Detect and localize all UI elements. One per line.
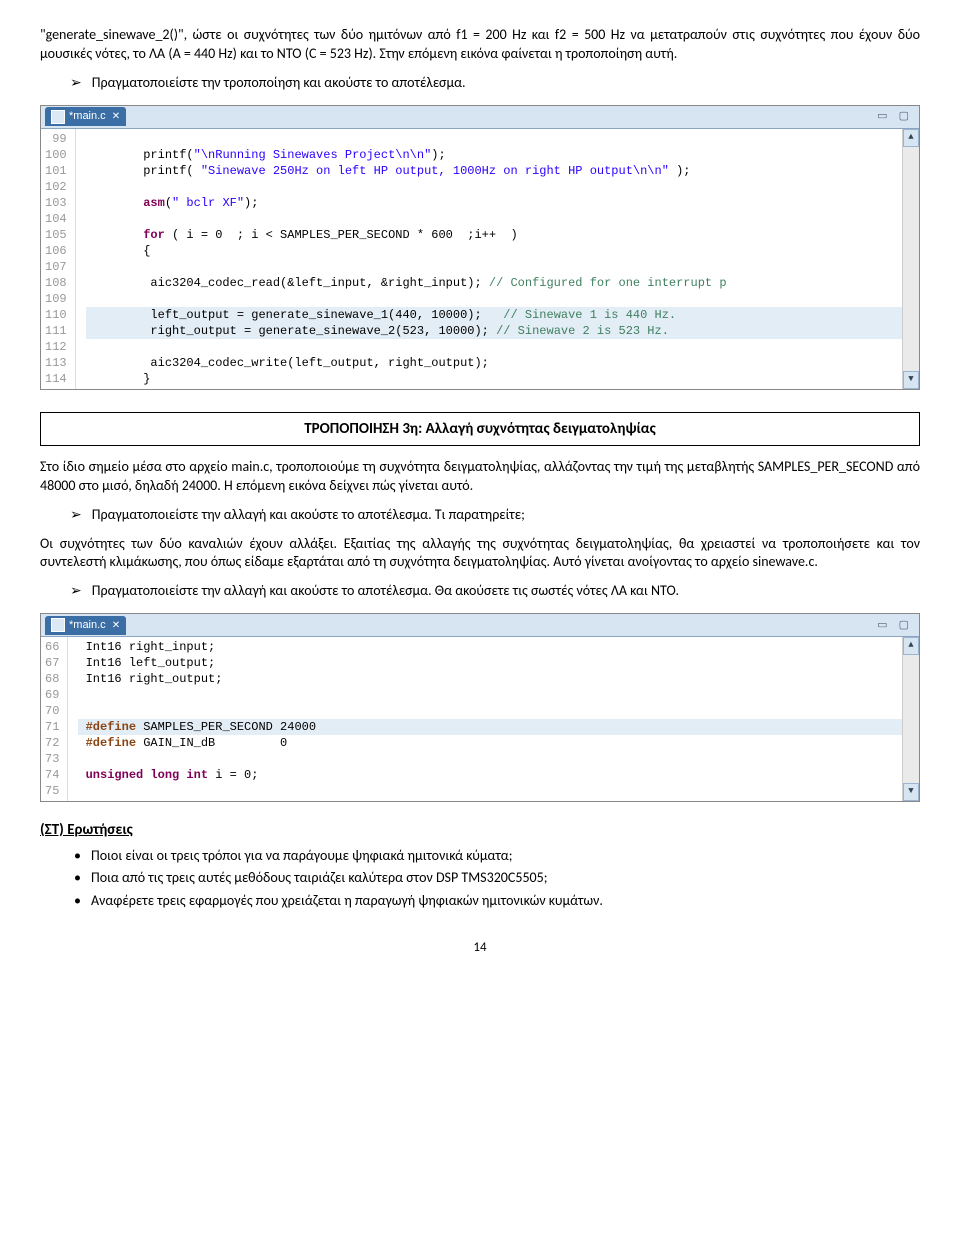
close-icon[interactable]: ✕ [112, 110, 120, 124]
code-lines-2: Int16 right_input; Int16 left_output; In… [68, 637, 902, 801]
section3-task1: Πραγματοποιείστε την αλλαγή και ακούστε … [70, 506, 920, 525]
code-lines: printf("\nRunning Sinewaves Project\n\n"… [76, 129, 902, 389]
line-gutter-2: 66 67 68 69 70 71 72 73 74 75 [41, 637, 68, 801]
question-2: Ποια από τις τρεις αυτές μεθόδους ταιριά… [74, 869, 920, 888]
c-file-icon [51, 618, 65, 632]
window-buttons[interactable]: ▭ ▢ [877, 618, 913, 633]
scroll-down-icon[interactable]: ▼ [903, 783, 919, 801]
section3-task2: Πραγματοποιείστε την αλλαγή και ακούστε … [70, 582, 920, 601]
question-3: Αναφέρετε τρεις εφαρμογές που χρειάζεται… [74, 892, 920, 911]
scroll-up-icon[interactable]: ▲ [903, 637, 919, 655]
questions-list: Ποιοι είναι οι τρεις τρόποι για να παράγ… [74, 847, 920, 912]
editor-tab-bar: *main.c ✕ ▭ ▢ [41, 106, 919, 129]
scrollbar-2[interactable]: ▲ ▼ [902, 637, 919, 801]
scrollbar[interactable]: ▲ ▼ [902, 129, 919, 389]
scroll-up-icon[interactable]: ▲ [903, 129, 919, 147]
section-3-title: ΤΡΟΠΟΠΟΙΗΣΗ 3η: Αλλαγή συχνότητας δειγμα… [53, 419, 907, 439]
window-buttons[interactable]: ▭ ▢ [877, 109, 913, 124]
page-number: 14 [40, 939, 920, 957]
editor-tab[interactable]: *main.c ✕ [45, 107, 126, 126]
code-body: 99 100 101 102 103 104 105 106 107 108 1… [41, 129, 919, 389]
tab-label: *main.c [69, 618, 106, 633]
code-editor-2: *main.c ✕ ▭ ▢ 66 67 68 69 70 71 72 73 74… [40, 613, 920, 802]
section3-p1: Στο ίδιο σημείο μέσα στο αρχείο main.c, … [40, 458, 920, 496]
scroll-down-icon[interactable]: ▼ [903, 371, 919, 389]
line-gutter: 99 100 101 102 103 104 105 106 107 108 1… [41, 129, 76, 389]
section3-p2: Οι συχνότητες των δύο καναλιών έχουν αλλ… [40, 535, 920, 573]
editor-tab-bar-2: *main.c ✕ ▭ ▢ [41, 614, 919, 637]
question-1: Ποιοι είναι οι τρεις τρόποι για να παράγ… [74, 847, 920, 866]
close-icon[interactable]: ✕ [112, 619, 120, 633]
code-editor-1: *main.c ✕ ▭ ▢ 99 100 101 102 103 104 105… [40, 105, 920, 390]
intro-task-1: Πραγματοποιείστε την τροποποίηση και ακο… [70, 74, 920, 93]
intro-paragraph: "generate_sinewave_2()", ώστε οι συχνότη… [40, 26, 920, 64]
questions-heading: (ΣΤ) Ερωτήσεις [40, 820, 920, 840]
editor-tab-2[interactable]: *main.c ✕ [45, 616, 126, 635]
tab-label: *main.c [69, 109, 106, 124]
c-file-icon [51, 110, 65, 124]
code-body-2: 66 67 68 69 70 71 72 73 74 75 Int16 righ… [41, 637, 919, 801]
section-3-box: ΤΡΟΠΟΠΟΙΗΣΗ 3η: Αλλαγή συχνότητας δειγμα… [40, 412, 920, 446]
